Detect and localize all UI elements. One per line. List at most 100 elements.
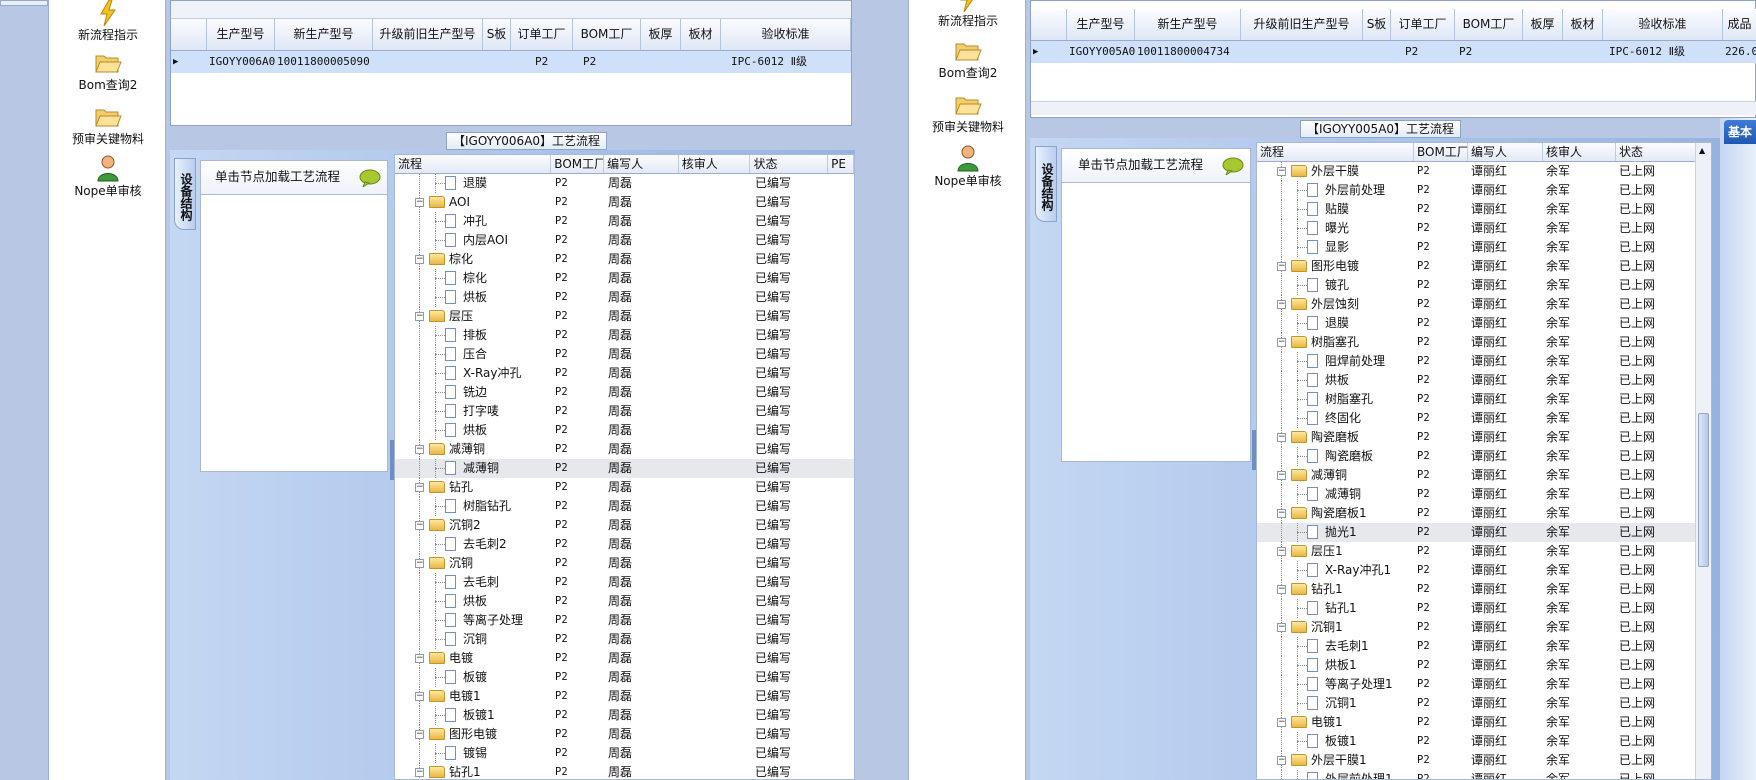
horizontal-scrollbar[interactable] bbox=[1031, 101, 1756, 115]
tree-row[interactable]: 抛光1 P2 谭丽红 余军 已上网 bbox=[1257, 523, 1711, 542]
tree-node[interactable]: − 沉铜 bbox=[395, 554, 552, 573]
col-header[interactable]: BOM工厂 bbox=[573, 19, 641, 50]
tree-node[interactable]: 退膜 bbox=[395, 174, 552, 193]
tree-row[interactable]: − 陶瓷磨板 P2 谭丽红 余军 已上网 bbox=[1257, 428, 1711, 447]
tree-row[interactable]: 钻孔1 P2 谭丽红 余军 已上网 bbox=[1257, 599, 1711, 618]
collapse-toggle-icon[interactable]: − bbox=[1277, 509, 1286, 518]
sidebar-item-prereview-material[interactable]: 预审关键物料 bbox=[53, 106, 163, 146]
table-row[interactable]: ▶ IGOYY006A0 10011800005090 P2 P2 IPC-60… bbox=[171, 51, 851, 73]
tree-node[interactable]: − 陶瓷磨板1 bbox=[1257, 504, 1414, 523]
tree-node[interactable]: 减薄铜 bbox=[1257, 485, 1414, 504]
tree-row[interactable]: 阻焊前处理 P2 谭丽红 余军 已上网 bbox=[1257, 352, 1711, 371]
tree-row[interactable]: − 电镀1 P2 周磊 已编写 bbox=[395, 687, 854, 706]
col-header[interactable]: 验收标准 bbox=[721, 19, 851, 50]
collapse-toggle-icon[interactable]: − bbox=[1277, 167, 1286, 176]
tree-node[interactable]: − 钻孔1 bbox=[395, 763, 552, 779]
collapse-toggle-icon[interactable]: − bbox=[1277, 756, 1286, 765]
tree-row[interactable]: 棕化 P2 周磊 已编写 bbox=[395, 269, 854, 288]
tree-node[interactable]: − 钻孔 bbox=[395, 478, 552, 497]
tree-node[interactable]: 铣边 bbox=[395, 383, 552, 402]
collapse-toggle-icon[interactable]: − bbox=[415, 654, 424, 663]
tree-node[interactable]: 树脂塞孔 bbox=[1257, 390, 1414, 409]
tree-node[interactable]: 沉铜1 bbox=[1257, 694, 1414, 713]
vertical-scrollbar[interactable]: ▲ bbox=[1695, 143, 1711, 779]
tree-node[interactable]: − 层压 bbox=[395, 307, 552, 326]
tree-row[interactable]: − 沉铜2 P2 周磊 已编写 bbox=[395, 516, 854, 535]
tab-basic[interactable]: 基本 bbox=[1724, 120, 1756, 144]
tree-node[interactable]: 镀孔 bbox=[1257, 276, 1414, 295]
tree-node[interactable]: − 外层干膜1 bbox=[1257, 751, 1414, 770]
tree-row[interactable]: 打字唛 P2 周磊 已编写 bbox=[395, 402, 854, 421]
col-header[interactable]: BOM工厂 bbox=[1455, 9, 1523, 40]
col-header[interactable]: 订单工厂 bbox=[511, 19, 573, 50]
col-header[interactable]: 板厚 bbox=[641, 19, 681, 50]
col-header[interactable]: 生产型号 bbox=[1067, 9, 1135, 40]
tree-row[interactable]: 镀孔 P2 谭丽红 余军 已上网 bbox=[1257, 276, 1711, 295]
tree-node[interactable]: 烘板 bbox=[395, 288, 552, 307]
col-header[interactable]: 升级前旧生产型号 bbox=[373, 19, 483, 50]
collapse-toggle-icon[interactable]: − bbox=[1277, 300, 1286, 309]
tree-row[interactable]: − 电镀1 P2 谭丽红 余军 已上网 bbox=[1257, 713, 1711, 732]
tree-row[interactable]: − 树脂塞孔 P2 谭丽红 余军 已上网 bbox=[1257, 333, 1711, 352]
tree-row[interactable]: − 外层干膜 P2 谭丽红 余军 已上网 bbox=[1257, 162, 1711, 181]
collapse-toggle-icon[interactable]: − bbox=[1277, 262, 1286, 271]
col-header[interactable]: 新生产型号 bbox=[275, 19, 373, 50]
tree-node[interactable]: 去毛刺2 bbox=[395, 535, 552, 554]
table-row[interactable]: ▶ IGOYY005A0 10011800004734 P2 P2 IPC-60… bbox=[1031, 41, 1756, 63]
collapse-toggle-icon[interactable]: − bbox=[1277, 338, 1286, 347]
tree-row[interactable]: − AOI P2 周磊 已编写 bbox=[395, 193, 854, 212]
tree-row[interactable]: 去毛刺 P2 周磊 已编写 bbox=[395, 573, 854, 592]
tree-node[interactable]: 内层AOI bbox=[395, 231, 552, 250]
tree-row[interactable]: 烘板 P2 周磊 已编写 bbox=[395, 592, 854, 611]
tree-node[interactable]: − 图形电镀 bbox=[1257, 257, 1414, 276]
tree-node[interactable]: − 外层蚀刻 bbox=[1257, 295, 1414, 314]
tree-row[interactable]: 陶瓷磨板 P2 谭丽红 余军 已上网 bbox=[1257, 447, 1711, 466]
tree-node[interactable]: − 层压1 bbox=[1257, 542, 1414, 561]
sidebar-item-bom-query[interactable]: Bom查询2 bbox=[53, 52, 163, 92]
col-header[interactable]: 新生产型号 bbox=[1135, 9, 1241, 40]
tree-row[interactable]: 减薄铜 P2 周磊 已编写 bbox=[395, 459, 854, 478]
tree-node[interactable]: − 减薄铜 bbox=[395, 440, 552, 459]
tree-node[interactable]: 压合 bbox=[395, 345, 552, 364]
tree-row[interactable]: 沉铜 P2 周磊 已编写 bbox=[395, 630, 854, 649]
collapse-toggle-icon[interactable]: − bbox=[415, 483, 424, 492]
collapse-toggle-icon[interactable]: − bbox=[1277, 718, 1286, 727]
tree-row[interactable]: 板镀 P2 周磊 已编写 bbox=[395, 668, 854, 687]
tree-node[interactable]: 外层前处理1 bbox=[1257, 770, 1414, 779]
col-header[interactable]: 验收标准 bbox=[1603, 9, 1723, 40]
tree-node[interactable]: − 图形电镀 bbox=[395, 725, 552, 744]
col-header[interactable]: S板 bbox=[483, 19, 511, 50]
tree-node[interactable]: 等离子处理1 bbox=[1257, 675, 1414, 694]
tree-row[interactable]: − 层压1 P2 谭丽红 余军 已上网 bbox=[1257, 542, 1711, 561]
collapse-toggle-icon[interactable]: − bbox=[415, 521, 424, 530]
col-header[interactable]: 编写人 bbox=[1468, 143, 1543, 161]
collapse-toggle-icon[interactable]: − bbox=[1277, 585, 1286, 594]
tree-node[interactable]: X-Ray冲孔1 bbox=[1257, 561, 1414, 580]
col-header[interactable]: 升级前旧生产型号 bbox=[1241, 9, 1363, 40]
tree-row[interactable]: 树脂塞孔 P2 谭丽红 余军 已上网 bbox=[1257, 390, 1711, 409]
vertical-tab-equipment[interactable]: 设备结构 bbox=[1035, 146, 1057, 222]
tree-row[interactable]: 去毛刺2 P2 周磊 已编写 bbox=[395, 535, 854, 554]
tree-node[interactable]: X-Ray冲孔 bbox=[395, 364, 552, 383]
tree-row[interactable]: 去毛刺1 P2 谭丽红 余军 已上网 bbox=[1257, 637, 1711, 656]
tree-row[interactable]: 镀锡 P2 周磊 已编写 bbox=[395, 744, 854, 763]
tree-node[interactable]: 板镀1 bbox=[1257, 732, 1414, 751]
col-header[interactable]: S板 bbox=[1363, 9, 1391, 40]
tree-row[interactable]: − 棕化 P2 周磊 已编写 bbox=[395, 250, 854, 269]
tree-row[interactable]: − 沉铜1 P2 谭丽红 余军 已上网 bbox=[1257, 618, 1711, 637]
col-header[interactable]: 板材 bbox=[681, 19, 721, 50]
col-header[interactable]: BOM工厂 bbox=[1414, 143, 1468, 161]
col-header[interactable]: 流程 bbox=[1257, 143, 1414, 161]
collapse-toggle-icon[interactable]: − bbox=[1277, 471, 1286, 480]
tree-row[interactable]: 贴膜 P2 谭丽红 余军 已上网 bbox=[1257, 200, 1711, 219]
tree-row[interactable]: X-Ray冲孔1 P2 谭丽红 余军 已上网 bbox=[1257, 561, 1711, 580]
sidebar-item-bom-query[interactable]: Bom查询2 bbox=[913, 40, 1023, 80]
tree-node[interactable]: − 电镀1 bbox=[395, 687, 552, 706]
tree-node[interactable]: 去毛刺1 bbox=[1257, 637, 1414, 656]
tree-row[interactable]: 外层前处理1 P2 谭丽红 余军 已上网 bbox=[1257, 770, 1711, 779]
tree-node[interactable]: 钻孔1 bbox=[1257, 599, 1414, 618]
tree-node[interactable]: − AOI bbox=[395, 193, 552, 212]
tree-row[interactable]: 曝光 P2 谭丽红 余军 已上网 bbox=[1257, 219, 1711, 238]
col-header[interactable]: 核审人 bbox=[1543, 143, 1616, 161]
tree-row[interactable]: 烘板1 P2 谭丽红 余军 已上网 bbox=[1257, 656, 1711, 675]
